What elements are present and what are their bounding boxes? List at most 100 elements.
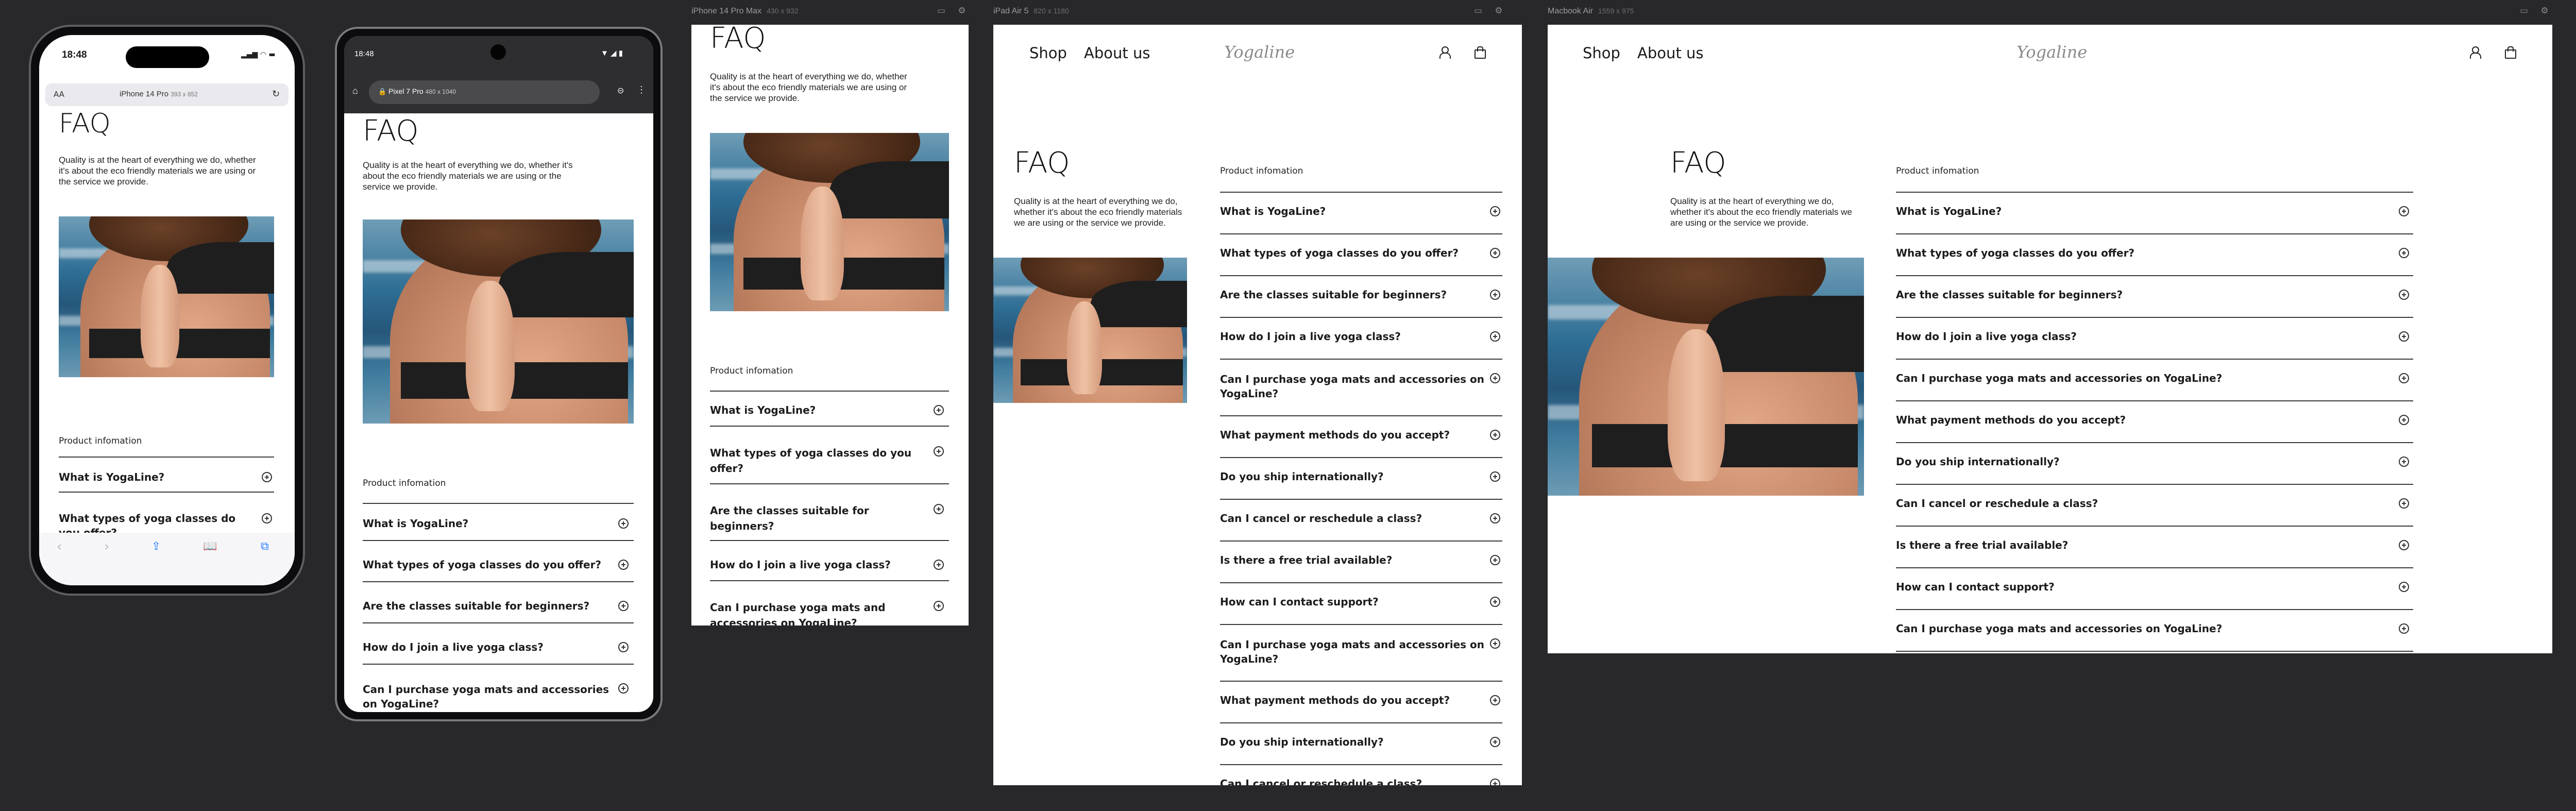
back-icon[interactable]: ‹ bbox=[57, 539, 62, 554]
plus-circle-icon[interactable] bbox=[618, 601, 629, 611]
forward-icon[interactable]: › bbox=[104, 539, 109, 554]
faq-question[interactable]: Can I purchase yoga mats and accessories… bbox=[1896, 622, 2360, 635]
faq-question[interactable]: Is there a free trial available? bbox=[1896, 539, 2360, 551]
plus-circle-icon[interactable] bbox=[934, 601, 944, 611]
bag-icon[interactable] bbox=[2505, 46, 2516, 59]
nav-shop[interactable]: Shop bbox=[1029, 44, 1067, 62]
plus-circle-icon[interactable] bbox=[618, 560, 629, 570]
plus-circle-icon[interactable] bbox=[2399, 415, 2409, 425]
plus-circle-icon[interactable] bbox=[618, 683, 629, 694]
plus-circle-icon[interactable] bbox=[2399, 623, 2409, 634]
faq-question[interactable]: How do I join a live yoga class? bbox=[363, 641, 610, 653]
nav-shop[interactable]: Shop bbox=[1583, 44, 1620, 62]
share-icon[interactable]: ⇪ bbox=[151, 540, 161, 553]
divider bbox=[1896, 400, 2413, 401]
plus-circle-icon[interactable] bbox=[934, 560, 944, 570]
faq-question[interactable]: Can I cancel or reschedule a class? bbox=[1220, 778, 1478, 785]
faq-question[interactable]: How do I join a live yoga class? bbox=[1220, 330, 1478, 343]
plus-circle-icon[interactable] bbox=[934, 405, 944, 415]
plus-circle-icon[interactable] bbox=[2399, 373, 2409, 383]
rotate-icon[interactable]: ▭ bbox=[2518, 5, 2530, 16]
faq-question[interactable]: Do you ship internationally? bbox=[1220, 470, 1478, 483]
brand-logo[interactable]: Yogaline bbox=[2016, 42, 2087, 62]
faq-question[interactable]: Are the classes suitable for beginners? bbox=[710, 503, 906, 534]
faq-question[interactable]: Can I purchase yoga mats and accessories… bbox=[710, 600, 906, 626]
faq-question[interactable]: Can I cancel or reschedule a class? bbox=[1896, 497, 2360, 510]
plus-circle-icon[interactable] bbox=[262, 472, 272, 482]
plus-circle-icon[interactable] bbox=[2399, 290, 2409, 300]
nav-about[interactable]: About us bbox=[1084, 44, 1150, 62]
plus-circle-icon[interactable] bbox=[1490, 248, 1500, 258]
faq-question[interactable]: What types of yoga classes do you offer? bbox=[710, 445, 916, 476]
refresh-icon[interactable]: ↻ bbox=[272, 89, 280, 99]
faq-question[interactable]: Are the classes suitable for beginners? bbox=[1220, 289, 1478, 301]
faq-question[interactable]: What is YogaLine? bbox=[1896, 205, 2360, 217]
faq-question[interactable]: What types of yoga classes do you offer? bbox=[363, 559, 610, 571]
settings-icon[interactable]: ⚙ bbox=[2539, 5, 2550, 16]
faq-question[interactable]: Can I purchase yoga mats and accessories… bbox=[1220, 372, 1487, 401]
book-icon[interactable]: 📖 bbox=[203, 540, 217, 553]
faq-question[interactable]: How can I contact support? bbox=[1220, 596, 1478, 608]
faq-question[interactable]: Is there a free trial available? bbox=[1220, 554, 1478, 566]
faq-question[interactable]: What is YogaLine? bbox=[1220, 205, 1467, 217]
tabs-icon[interactable]: ⧉ bbox=[261, 540, 269, 553]
plus-circle-icon[interactable] bbox=[618, 642, 629, 652]
plus-circle-icon[interactable] bbox=[1490, 779, 1500, 785]
plus-circle-icon[interactable] bbox=[1490, 513, 1500, 523]
faq-question[interactable]: How do I join a live yoga class? bbox=[1896, 330, 2360, 343]
plus-circle-icon[interactable] bbox=[2399, 331, 2409, 342]
faq-question[interactable]: Can I cancel or reschedule a class? bbox=[1220, 512, 1478, 525]
nav-about[interactable]: About us bbox=[1637, 44, 1703, 62]
plus-circle-icon[interactable] bbox=[2399, 540, 2409, 550]
faq-question[interactable]: What types of yoga classes do you offer? bbox=[1896, 247, 2360, 259]
faq-question[interactable]: Are the classes suitable for beginners? bbox=[1896, 289, 2360, 301]
plus-circle-icon[interactable] bbox=[1490, 331, 1500, 342]
plus-circle-icon[interactable] bbox=[1490, 695, 1500, 705]
faq-question[interactable]: Do you ship internationally? bbox=[1896, 455, 2360, 468]
faq-question[interactable]: What payment methods do you accept? bbox=[1896, 414, 2360, 426]
plus-circle-icon[interactable] bbox=[2399, 457, 2409, 467]
plus-circle-icon[interactable] bbox=[2399, 582, 2409, 592]
plus-circle-icon[interactable] bbox=[1490, 430, 1500, 440]
plus-circle-icon[interactable] bbox=[934, 446, 944, 457]
plus-circle-icon[interactable] bbox=[1490, 206, 1500, 216]
faq-question[interactable]: What types of yoga classes do you offer? bbox=[1220, 247, 1478, 259]
faq-question[interactable]: Can I purchase yoga mats and accessories… bbox=[363, 682, 610, 711]
plus-circle-icon[interactable] bbox=[2399, 206, 2409, 216]
faq-question[interactable]: What payment methods do you accept? bbox=[1220, 429, 1478, 441]
faq-question[interactable]: Do you ship internationally? bbox=[1220, 736, 1478, 748]
more-icon[interactable]: ⋮ bbox=[637, 85, 646, 95]
plus-circle-icon[interactable] bbox=[1490, 373, 1500, 383]
brand-logo[interactable]: Yogaline bbox=[1224, 42, 1295, 62]
rotate-icon[interactable]: ▭ bbox=[1472, 5, 1484, 16]
faq-question[interactable]: How do I join a live yoga class? bbox=[710, 559, 916, 571]
plus-circle-icon[interactable] bbox=[262, 513, 272, 523]
reader-aa-button[interactable]: AA bbox=[54, 90, 64, 99]
settings-icon[interactable]: ⚙ bbox=[1493, 5, 1504, 16]
settings-icon[interactable]: ⚙ bbox=[956, 5, 968, 16]
faq-question[interactable]: What is YogaLine? bbox=[59, 471, 244, 483]
plus-circle-icon[interactable] bbox=[934, 504, 944, 514]
user-icon[interactable] bbox=[2470, 46, 2481, 59]
bag-icon[interactable] bbox=[1475, 46, 1486, 59]
faq-question[interactable]: Can I purchase yoga mats and accessories… bbox=[1220, 637, 1487, 666]
faq-question[interactable]: What payment methods do you accept? bbox=[1220, 694, 1478, 706]
plus-circle-icon[interactable] bbox=[1490, 638, 1500, 649]
plus-circle-icon[interactable] bbox=[1490, 737, 1500, 747]
faq-question[interactable]: What is YogaLine? bbox=[710, 404, 911, 416]
user-icon[interactable] bbox=[1439, 46, 1451, 59]
settings-icon[interactable]: ⊝ bbox=[617, 86, 624, 96]
plus-circle-icon[interactable] bbox=[618, 518, 629, 529]
plus-circle-icon[interactable] bbox=[1490, 597, 1500, 607]
plus-circle-icon[interactable] bbox=[2399, 248, 2409, 258]
plus-circle-icon[interactable] bbox=[2399, 498, 2409, 509]
rotate-icon[interactable]: ▭ bbox=[936, 5, 947, 16]
faq-question[interactable]: What is YogaLine? bbox=[363, 517, 605, 530]
plus-circle-icon[interactable] bbox=[1490, 290, 1500, 300]
plus-circle-icon[interactable] bbox=[1490, 555, 1500, 565]
plus-circle-icon[interactable] bbox=[1490, 471, 1500, 482]
faq-question[interactable]: Can I purchase yoga mats and accessories… bbox=[1896, 372, 2360, 384]
home-icon[interactable]: ⌂ bbox=[352, 86, 358, 96]
faq-question[interactable]: Are the classes suitable for beginners? bbox=[363, 600, 610, 612]
faq-question[interactable]: How can I contact support? bbox=[1896, 581, 2360, 593]
